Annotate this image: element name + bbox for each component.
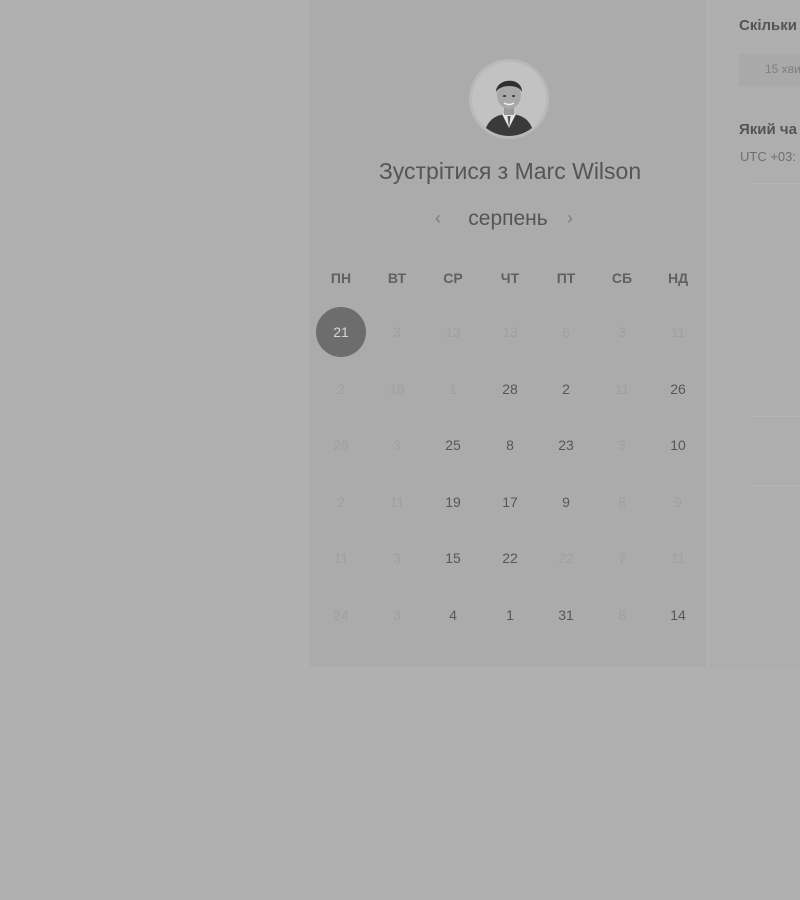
weekday-label: ЧТ bbox=[500, 270, 520, 286]
scheduler-card: Зустрітися з Marc Wilson ‹ серпень › ПН … bbox=[310, 0, 706, 667]
calendar-day: 11 bbox=[614, 381, 630, 397]
time-label: Який ча bbox=[739, 121, 797, 138]
time-panel: Скільки 15 хви Який ча UTC +03: bbox=[710, 0, 800, 668]
calendar-day: 22 bbox=[558, 550, 574, 566]
calendar-day: 2 bbox=[337, 381, 345, 397]
chevron-right-icon[interactable]: › bbox=[562, 207, 578, 229]
calendar-day: 11 bbox=[333, 550, 349, 566]
calendar-day[interactable]: 8 bbox=[485, 420, 535, 470]
duration-select[interactable]: 15 хви bbox=[739, 54, 800, 86]
calendar-day[interactable]: 17 bbox=[485, 477, 535, 527]
calendar-day[interactable]: 10 bbox=[653, 420, 703, 470]
calendar-day[interactable]: 9 bbox=[541, 477, 591, 527]
duration-value: 15 хви bbox=[765, 62, 800, 76]
calendar-day: 3 bbox=[393, 550, 401, 566]
calendar-day: 8 bbox=[618, 607, 626, 623]
calendar-day[interactable]: 23 bbox=[541, 420, 591, 470]
calendar-day[interactable]: 31 bbox=[541, 590, 591, 640]
calendar-day: 9 bbox=[674, 494, 682, 510]
calendar-day: 3 bbox=[618, 324, 626, 340]
calendar-day: 2 bbox=[337, 494, 345, 510]
divider bbox=[752, 485, 800, 486]
month-navigation: ‹ серпень › bbox=[428, 205, 588, 237]
person-photo bbox=[472, 62, 546, 136]
calendar-day[interactable]: 28 bbox=[485, 364, 535, 414]
calendar-day: 1 bbox=[449, 381, 457, 397]
duration-label: Скільки bbox=[739, 17, 797, 34]
calendar-day: 13 bbox=[502, 324, 518, 340]
weekday-label: ВТ bbox=[387, 270, 407, 286]
calendar-day[interactable]: 4 bbox=[428, 590, 478, 640]
chevron-left-icon[interactable]: ‹ bbox=[430, 207, 446, 229]
weekday-label: ПТ bbox=[556, 270, 576, 286]
calendar-day: 11 bbox=[670, 324, 686, 340]
calendar-day: 3 bbox=[393, 437, 401, 453]
divider bbox=[752, 183, 800, 184]
divider bbox=[752, 416, 800, 417]
meeting-title: Зустрітися з Marc Wilson bbox=[378, 158, 642, 184]
calendar-day[interactable]: 1 bbox=[485, 590, 535, 640]
host-avatar bbox=[472, 62, 546, 136]
calendar-day[interactable]: 2 bbox=[541, 364, 591, 414]
calendar-day[interactable]: 25 bbox=[428, 420, 478, 470]
calendar-day: 11 bbox=[670, 550, 686, 566]
calendar-day[interactable]: 22 bbox=[485, 533, 535, 583]
timezone-label[interactable]: UTC +03: bbox=[740, 149, 796, 164]
calendar-day: 16 bbox=[389, 381, 405, 397]
calendar-day: 3 bbox=[393, 607, 401, 623]
weekday-label: ПН bbox=[330, 270, 352, 286]
calendar-day: 3 bbox=[618, 437, 626, 453]
calendar-day: 13 bbox=[445, 324, 461, 340]
calendar-day[interactable]: 15 bbox=[428, 533, 478, 583]
calendar-day[interactable]: 19 bbox=[428, 477, 478, 527]
calendar-day-selected[interactable]: 21 bbox=[316, 307, 366, 357]
month-label: серпень bbox=[468, 207, 548, 230]
calendar-day: 6 bbox=[562, 324, 570, 340]
calendar-day[interactable]: 14 bbox=[653, 590, 703, 640]
calendar-day: 11 bbox=[389, 494, 405, 510]
weekday-label: СР bbox=[443, 270, 463, 286]
weekday-label: НД bbox=[667, 270, 689, 286]
weekday-label: СБ bbox=[611, 270, 633, 286]
calendar-day: 8 bbox=[618, 494, 626, 510]
calendar-day: 7 bbox=[618, 550, 626, 566]
calendar-day: 3 bbox=[393, 324, 401, 340]
calendar-day[interactable]: 26 bbox=[653, 364, 703, 414]
calendar-day: 26 bbox=[333, 437, 349, 453]
calendar-day: 24 bbox=[333, 607, 349, 623]
